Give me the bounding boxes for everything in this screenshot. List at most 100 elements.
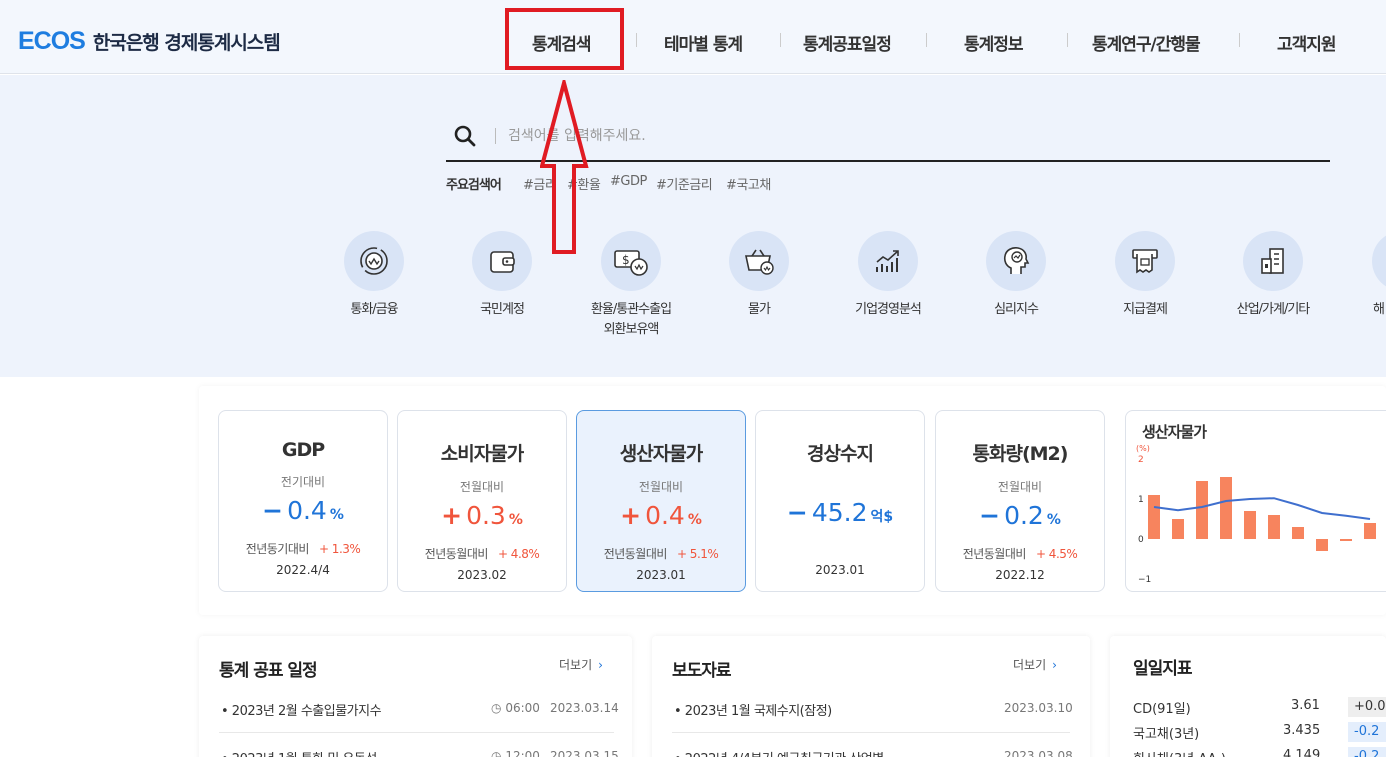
- indicator-card-cpi[interactable]: 소비자물가 전월대비 +0.3% 전년동월대비 + 4.8% 2023.02: [397, 410, 567, 592]
- indicator-date: 2023.01: [815, 563, 865, 577]
- indicator-sub: 전월대비: [997, 480, 1043, 494]
- y-tick-label: 2: [1138, 455, 1144, 465]
- indicator-card-m2[interactable]: 통화량(M2) 전월대비 −0.2% 전년동월대비 + 4.5% 2022.12: [935, 410, 1105, 592]
- schedule-item[interactable]: • 2023년 1월 통화 및 유동성: [221, 748, 377, 757]
- daily-row-name[interactable]: 회사채(3년,AA-): [1133, 748, 1226, 757]
- bar-growth-icon: [858, 231, 918, 291]
- indicator-sub: 전월대비: [638, 480, 684, 494]
- category-payment[interactable]: 지급결제: [1080, 231, 1210, 320]
- indicator-yoy: 전년동기대비 + 1.3%: [245, 542, 361, 556]
- daily-row-change: -0.2: [1348, 722, 1386, 742]
- globe-icon: [1372, 231, 1386, 291]
- indicator-title: GDP: [281, 439, 325, 461]
- ecos-logo[interactable]: ECOS 한국은행 경제통계시스템: [18, 27, 281, 56]
- chart-bar: [1172, 519, 1184, 539]
- schedule-date: 2023.03.14: [550, 701, 619, 715]
- indicator-card-gdp[interactable]: GDP 전기대비 −0.4% 전년동기대비 + 1.3% 2022.4/4: [218, 410, 388, 592]
- press-date: 2023.03.10: [1004, 701, 1073, 715]
- indicator-date: 2023.02: [457, 568, 507, 582]
- category-label: 물가: [748, 302, 771, 317]
- clock-icon: ◷: [491, 701, 502, 715]
- category-label: 지급결제: [1123, 302, 1168, 317]
- schedule-item[interactable]: • 2023년 2월 수출입물가지수: [221, 700, 382, 719]
- nav-research[interactable]: 통계연구/간행물: [1092, 30, 1201, 55]
- indicator-card-ppi[interactable]: 생산자물가 전월대비 +0.4% 전년동월대비 + 5.1% 2023.01: [576, 410, 746, 592]
- indicator-yoy: 전년동월대비 + 4.5%: [962, 547, 1078, 561]
- y-tick-label: −1: [1138, 575, 1151, 585]
- chart-bar: [1148, 495, 1160, 539]
- indicator-yoy: 전년동월대비 + 4.8%: [424, 547, 540, 561]
- logo-mark: ECOS: [18, 27, 86, 55]
- nav-divider: [1239, 33, 1240, 47]
- y-unit-label: (%): [1136, 444, 1150, 453]
- category-overseas[interactable]: 해: [1337, 231, 1386, 320]
- nav-divider: [1067, 33, 1068, 47]
- nav-divider: [780, 33, 781, 47]
- keyword-link[interactable]: #GDP: [610, 174, 647, 189]
- list-divider: [219, 732, 614, 733]
- indicator-sub: [756, 478, 924, 492]
- head-chart-icon: [986, 231, 1046, 291]
- schedule-card: 통계 공표 일정 더보기 › • 2023년 2월 수출입물가지수 ◷ 06:00…: [199, 636, 632, 757]
- indicator-title: 생산자물가: [619, 443, 703, 465]
- category-industry-household[interactable]: 산업/가계/기타: [1208, 231, 1338, 320]
- category-label: 환율/통관수출입 외환보유액: [590, 302, 672, 337]
- nav-stat-info[interactable]: 통계정보: [964, 30, 1024, 55]
- category-label: 기업경영분석: [855, 302, 922, 317]
- indicator-value: −45.2 억$: [786, 498, 894, 527]
- category-business-analysis[interactable]: 기업경영분석: [823, 231, 953, 320]
- chart-bar: [1244, 511, 1256, 539]
- press-item[interactable]: • 2022년 4/4분기 예금취급기관 산업별: [674, 748, 884, 757]
- daily-row-change: -0.2: [1348, 747, 1386, 757]
- schedule-time: ◷ 06:00: [491, 701, 540, 715]
- daily-row-name[interactable]: CD(91일): [1133, 698, 1191, 717]
- category-sentiment[interactable]: 심리지수: [951, 231, 1081, 320]
- keyword-link[interactable]: #기준금리: [656, 174, 713, 193]
- search-input[interactable]: [508, 124, 1308, 148]
- indicator-value: −0.2%: [979, 501, 1061, 530]
- indicator-title: 통화량(M2): [972, 443, 1069, 465]
- indicator-sub: 전월대비: [459, 480, 505, 494]
- building-icon: [1243, 231, 1303, 291]
- category-label: 심리지수: [994, 302, 1039, 317]
- daily-row-value: 3.61: [1291, 698, 1320, 713]
- press-title: 보도자료: [672, 661, 732, 681]
- ppi-chart[interactable]: 생산자물가 (%) 2 1 0 −1: [1125, 410, 1386, 592]
- svg-text:$: $: [622, 253, 630, 267]
- chart-bar: [1316, 539, 1328, 551]
- press-date: 2023.03.08: [1004, 749, 1073, 757]
- category-label: 산업/가계/기타: [1236, 302, 1311, 317]
- nav-theme-stat[interactable]: 테마별 통계: [664, 30, 743, 55]
- keyword-link[interactable]: #국고채: [726, 174, 771, 193]
- daily-row-name[interactable]: 국고채(3년): [1133, 723, 1199, 742]
- nav-release-schedule[interactable]: 통계공표일정: [803, 30, 892, 55]
- indicator-card-current-account[interactable]: 경상수지 −45.2 억$ 2023.01: [755, 410, 925, 592]
- exchange-money-icon: $: [601, 231, 661, 291]
- indicator-value: +0.3%: [441, 501, 523, 530]
- press-more-link[interactable]: 더보기 ›: [1013, 656, 1057, 673]
- nav-divider: [926, 33, 927, 47]
- indicator-date: 2022.4/4: [276, 563, 330, 577]
- chart-line: [1153, 497, 1371, 520]
- basket-icon: [729, 231, 789, 291]
- indicator-date: 2023.01: [636, 568, 686, 582]
- press-item[interactable]: • 2023년 1월 국제수지(잠정): [674, 700, 832, 719]
- indicator-yoy: [756, 542, 924, 557]
- nav-support[interactable]: 고객지원: [1277, 30, 1337, 55]
- logo-text: 한국은행 경제통계시스템: [92, 32, 281, 54]
- daily-row-value: 3.435: [1283, 723, 1321, 738]
- indicator-date: 2022.12: [995, 568, 1045, 582]
- chart-bar: [1292, 527, 1304, 539]
- category-label: 통화/금융: [350, 302, 398, 317]
- category-currency-finance[interactable]: 통화/금융: [309, 231, 439, 320]
- press-card: 보도자료 더보기 › • 2023년 1월 국제수지(잠정) 2023.03.10…: [652, 636, 1090, 757]
- currency-cycle-icon: [344, 231, 404, 291]
- schedule-more-link[interactable]: 더보기 ›: [559, 656, 603, 673]
- daily-row-change: +0.0: [1348, 697, 1386, 717]
- category-label: 국민계정: [480, 302, 525, 317]
- schedule-title: 통계 공표 일정: [219, 661, 318, 681]
- search-icon[interactable]: [453, 124, 477, 152]
- chevron-right-icon: ›: [598, 658, 603, 672]
- top-header: ECOS 한국은행 경제통계시스템 통계검색 테마별 통계 통계공표일정 통계정…: [0, 0, 1386, 74]
- category-prices[interactable]: 물가: [694, 231, 824, 320]
